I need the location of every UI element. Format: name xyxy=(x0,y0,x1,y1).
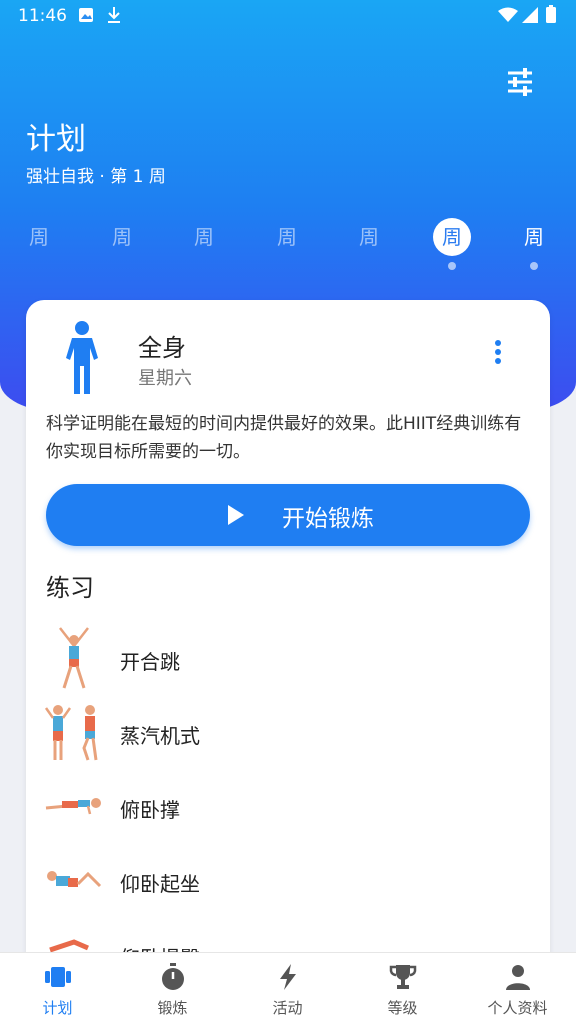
workout-description: 科学证明能在最短的时间内提供最好的效果。此HIIT经典训练有你实现目标所需要的一… xyxy=(46,414,522,462)
download-icon xyxy=(108,7,120,23)
exercise-item[interactable]: 蒸汽机式 xyxy=(26,700,550,766)
play-icon xyxy=(228,505,244,525)
sit-up-illustration xyxy=(47,871,102,888)
nav-workout-label: 锻炼 xyxy=(157,999,188,1017)
person-icon xyxy=(506,965,530,990)
stopwatch-icon xyxy=(162,963,184,990)
status-time: 11:46 xyxy=(18,6,67,26)
nav-plan-label: 计划 xyxy=(42,999,73,1017)
signal-icon xyxy=(522,7,538,23)
plan-icon xyxy=(45,967,71,987)
exercise-label: 仰卧起坐 xyxy=(120,872,200,896)
exercise-label: 俯卧撑 xyxy=(120,798,180,822)
full-body-person-icon xyxy=(66,321,98,394)
exercise-label: 开合跳 xyxy=(120,650,180,674)
day-1[interactable]: 周 xyxy=(20,218,58,256)
filter-settings-icon[interactable] xyxy=(500,64,540,100)
day-7-dot xyxy=(530,262,538,270)
nav-activity[interactable]: 活动 xyxy=(230,953,345,1025)
start-workout-label: 开始锻炼 xyxy=(282,506,374,532)
workout-name: 全身 xyxy=(138,334,186,362)
page-title: 计划 xyxy=(26,122,86,157)
jumping-jacks-illustration xyxy=(59,627,89,689)
workout-day: 星期六 xyxy=(138,368,192,389)
exercise-label: 蒸汽机式 xyxy=(120,724,200,748)
nav-workout[interactable]: 锻炼 xyxy=(115,953,230,1025)
status-bar: 11:46 xyxy=(0,0,576,34)
week-day-selector: 周 周 周 周 周 周 周 xyxy=(0,218,576,278)
day-2[interactable]: 周 xyxy=(103,218,141,256)
day-4[interactable]: 周 xyxy=(268,218,306,256)
exercise-item[interactable]: 开合跳 xyxy=(26,626,550,692)
day-6-label: 周 xyxy=(442,225,462,249)
start-workout-button[interactable]: 开始锻炼 xyxy=(46,484,530,546)
day-6-selected[interactable]: 周 xyxy=(433,218,471,270)
day-7[interactable]: 周 xyxy=(515,218,553,270)
lightning-icon xyxy=(280,964,296,990)
exercise-item[interactable]: 俯卧撑 xyxy=(26,774,550,840)
trophy-icon xyxy=(389,965,417,989)
exercise-item[interactable]: 仰卧起坐 xyxy=(26,848,550,914)
day-3[interactable]: 周 xyxy=(185,218,223,256)
image-icon xyxy=(79,8,93,22)
day-7-label: 周 xyxy=(524,225,544,249)
battery-icon xyxy=(546,5,556,23)
nav-profile[interactable]: 个人资料 xyxy=(460,953,575,1025)
bottom-navigation: 计划 锻炼 活动 等级 个人资料 xyxy=(0,952,576,1025)
workout-card: 全身 星期六 科学证明能在最短的时间内提供最好的效果。此HIIT经典训练有你实现… xyxy=(26,300,550,980)
nav-activity-label: 活动 xyxy=(272,999,303,1017)
steam-engine-illustration xyxy=(44,705,98,761)
plan-subtitle: 强壮自我 · 第 1 周 xyxy=(26,167,166,187)
more-vertical-icon[interactable] xyxy=(488,338,508,366)
exercises-section-title: 练习 xyxy=(46,574,94,602)
day-6-dot xyxy=(448,262,456,270)
wifi-icon xyxy=(498,7,518,22)
day-5[interactable]: 周 xyxy=(350,218,388,256)
nav-level[interactable]: 等级 xyxy=(345,953,460,1025)
nav-profile-label: 个人资料 xyxy=(487,999,548,1017)
nav-level-label: 等级 xyxy=(387,999,418,1017)
push-up-illustration xyxy=(45,798,101,815)
nav-plan[interactable]: 计划 xyxy=(0,953,115,1025)
